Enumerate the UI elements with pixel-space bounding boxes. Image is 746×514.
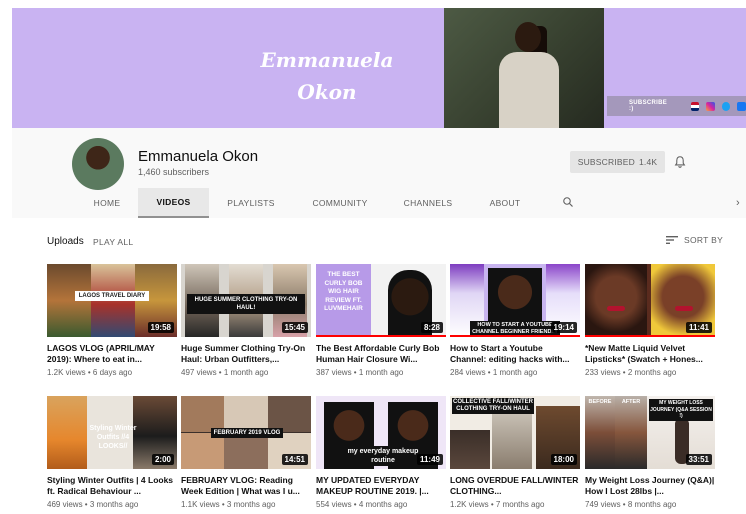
video-duration: 11:49 bbox=[416, 454, 443, 465]
thumbnail-caption: HOW TO START A YOUTUBE CHANNEL BEGINNER … bbox=[470, 321, 560, 336]
video-duration: 2:00 bbox=[151, 454, 174, 465]
tab-playlists[interactable]: PLAYLISTS bbox=[219, 188, 283, 218]
twitter-link-icon[interactable] bbox=[721, 101, 731, 111]
thumbnail-caption: my everyday makeup routine bbox=[346, 446, 420, 466]
video-duration: 11:41 bbox=[685, 322, 712, 333]
thumbnail-caption: Styling Winter Outfits //4 LOOKS// bbox=[89, 425, 137, 450]
channel-name: Emmanuela Okon bbox=[138, 148, 259, 165]
video-thumbnail[interactable]: 11:41 bbox=[585, 264, 715, 337]
video-title[interactable]: *New Matte Liquid Velvet Lipsticks* (Swa… bbox=[585, 343, 715, 365]
video-duration: 18:00 bbox=[550, 454, 577, 465]
thumbnail-caption: LAGOS TRAVEL DIARY bbox=[75, 291, 149, 301]
subscribed-count: 1.4K bbox=[638, 157, 658, 167]
video-title[interactable]: My Weight Loss Journey (Q&A)| How I Lost… bbox=[585, 475, 715, 497]
video-card[interactable]: 11:41 *New Matte Liquid Velvet Lipsticks… bbox=[585, 264, 715, 377]
video-thumbnail[interactable]: Styling Winter Outfits //4 LOOKS// 2:00 bbox=[47, 396, 177, 469]
instagram-link-icon[interactable] bbox=[706, 101, 715, 111]
sort-by-label: SORT BY bbox=[684, 235, 724, 245]
video-title[interactable]: LAGOS VLOG (APRIL/MAY 2019): Where to ea… bbox=[47, 343, 177, 365]
video-meta: 554 views • 4 months ago bbox=[316, 500, 408, 509]
video-meta: 749 views • 8 months ago bbox=[585, 500, 677, 509]
chevron-right-icon[interactable]: › bbox=[736, 197, 740, 209]
video-card[interactable]: Styling Winter Outfits //4 LOOKS// 2:00 … bbox=[47, 396, 177, 509]
search-icon[interactable] bbox=[562, 196, 574, 208]
video-meta: 497 views • 1 month ago bbox=[181, 368, 269, 377]
thumbnail-caption: FEBRUARY 2019 VLOG bbox=[211, 428, 283, 438]
channel-tabs: HOME VIDEOS PLAYLISTS COMMUNITY CHANNELS… bbox=[12, 188, 746, 218]
thumbnail-caption: COLLECTIVE FALL/WINTER CLOTHING TRY-ON H… bbox=[452, 398, 534, 414]
banner-channel-name: Emmanuela Okon bbox=[252, 44, 402, 108]
video-duration: 19:14 bbox=[550, 322, 577, 333]
video-card[interactable]: HOW TO START A YOUTUBE CHANNEL BEGINNER … bbox=[450, 264, 580, 377]
flag-link-icon[interactable] bbox=[690, 101, 700, 111]
video-duration: 8:28 bbox=[420, 322, 443, 333]
banner-person bbox=[499, 16, 559, 128]
thumbnail-caption: THE BEST CURLY BOB WIG HAIR REVIEW FT. L… bbox=[324, 271, 363, 312]
video-title[interactable]: LONG OVERDUE FALL/WINTER CLOTHING... bbox=[450, 475, 580, 497]
video-title[interactable]: The Best Affordable Curly Bob Human Hair… bbox=[316, 343, 446, 365]
video-thumbnail[interactable]: HUGE SUMMER CLOTHING TRY-ON HAUL! 15:45 bbox=[181, 264, 311, 337]
play-all-button[interactable]: PLAY ALL bbox=[93, 237, 133, 247]
video-duration: 15:45 bbox=[281, 322, 308, 333]
video-thumbnail[interactable]: HOW TO START A YOUTUBE CHANNEL BEGINNER … bbox=[450, 264, 580, 337]
video-thumbnail[interactable]: my everyday makeup routine 11:49 bbox=[316, 396, 446, 469]
video-meta: 233 views • 2 months ago bbox=[585, 368, 677, 377]
tab-videos[interactable]: VIDEOS bbox=[138, 188, 209, 218]
video-title[interactable]: MY UPDATED EVERYDAY MAKEUP ROUTINE 2019.… bbox=[316, 475, 446, 497]
video-thumbnail[interactable]: THE BEST CURLY BOB WIG HAIR REVIEW FT. L… bbox=[316, 264, 446, 337]
video-card[interactable]: COLLECTIVE FALL/WINTER CLOTHING TRY-ON H… bbox=[450, 396, 580, 509]
video-title[interactable]: Styling Winter Outfits | 4 Looks ft. Rad… bbox=[47, 475, 177, 497]
video-title[interactable]: Huge Summer Clothing Try-On Haul: Urban … bbox=[181, 343, 311, 365]
banner-links-bar: SUBSCRIBE :) bbox=[607, 96, 746, 116]
video-card[interactable]: LAGOS TRAVEL DIARY 19:58 LAGOS VLOG (APR… bbox=[47, 264, 177, 377]
video-title[interactable]: How to Start a Youtube Channel: editing … bbox=[450, 343, 580, 365]
sort-by-button[interactable]: SORT BY bbox=[666, 235, 723, 245]
uploads-title: Uploads bbox=[47, 236, 84, 247]
watch-progress bbox=[585, 335, 715, 337]
video-card[interactable]: HUGE SUMMER CLOTHING TRY-ON HAUL! 15:45 … bbox=[181, 264, 311, 377]
video-meta: 1.2K views • 7 months ago bbox=[450, 500, 545, 509]
watch-progress bbox=[450, 335, 580, 337]
channel-avatar[interactable] bbox=[72, 138, 124, 190]
banner-name-line2: Okon bbox=[297, 80, 357, 104]
video-duration: 19:58 bbox=[147, 322, 174, 333]
video-thumbnail[interactable]: BEFORE AFTER MY WEIGHT LOSS JOURNEY (Q&A… bbox=[585, 396, 715, 469]
video-title[interactable]: FEBRUARY VLOG: Reading Week Edition | Wh… bbox=[181, 475, 311, 497]
banner-photo bbox=[444, 8, 604, 128]
video-duration: 33:51 bbox=[685, 454, 712, 465]
video-card[interactable]: BEFORE AFTER MY WEIGHT LOSS JOURNEY (Q&A… bbox=[585, 396, 715, 509]
tab-home[interactable]: HOME bbox=[82, 188, 132, 218]
banner-subscribe-label[interactable]: SUBSCRIBE :) bbox=[629, 100, 672, 112]
tab-community[interactable]: COMMUNITY bbox=[305, 188, 375, 218]
watch-progress bbox=[316, 335, 446, 337]
thumbnail-caption-after: AFTER bbox=[621, 399, 641, 405]
video-meta: 1.1K views • 3 months ago bbox=[181, 500, 276, 509]
video-meta: 1.2K views • 6 days ago bbox=[47, 368, 133, 377]
video-card[interactable]: my everyday makeup routine 11:49 MY UPDA… bbox=[316, 396, 446, 509]
video-card[interactable]: THE BEST CURLY BOB WIG HAIR REVIEW FT. L… bbox=[316, 264, 446, 377]
video-meta: 469 views • 3 months ago bbox=[47, 500, 139, 509]
subscribed-label: SUBSCRIBED bbox=[577, 157, 635, 167]
video-meta: 284 views • 1 month ago bbox=[450, 368, 538, 377]
thumbnail-caption: MY WEIGHT LOSS JOURNEY (Q&A SESSION !) bbox=[649, 399, 713, 421]
subscriber-count: 1,460 subscribers bbox=[138, 167, 210, 177]
notification-bell-icon[interactable] bbox=[673, 155, 687, 169]
video-thumbnail[interactable]: LAGOS TRAVEL DIARY 19:58 bbox=[47, 264, 177, 337]
subscribed-button[interactable]: SUBSCRIBED 1.4K bbox=[570, 151, 665, 173]
video-thumbnail[interactable]: FEBRUARY 2019 VLOG 14:51 bbox=[181, 396, 311, 469]
tab-about[interactable]: ABOUT bbox=[482, 188, 528, 218]
video-meta: 387 views • 1 month ago bbox=[316, 368, 404, 377]
tab-channels[interactable]: CHANNELS bbox=[397, 188, 459, 218]
sort-icon bbox=[666, 236, 678, 244]
facebook-link-icon[interactable] bbox=[737, 101, 746, 111]
channel-banner: Emmanuela Okon SUBSCRIBE :) bbox=[12, 8, 746, 128]
thumbnail-caption: HUGE SUMMER CLOTHING TRY-ON HAUL! bbox=[187, 294, 305, 314]
video-card[interactable]: FEBRUARY 2019 VLOG 14:51 FEBRUARY VLOG: … bbox=[181, 396, 311, 509]
video-thumbnail[interactable]: COLLECTIVE FALL/WINTER CLOTHING TRY-ON H… bbox=[450, 396, 580, 469]
video-duration: 14:51 bbox=[281, 454, 308, 465]
thumbnail-caption-before: BEFORE bbox=[588, 399, 612, 405]
banner-name-line1: Emmanuela bbox=[260, 48, 394, 72]
